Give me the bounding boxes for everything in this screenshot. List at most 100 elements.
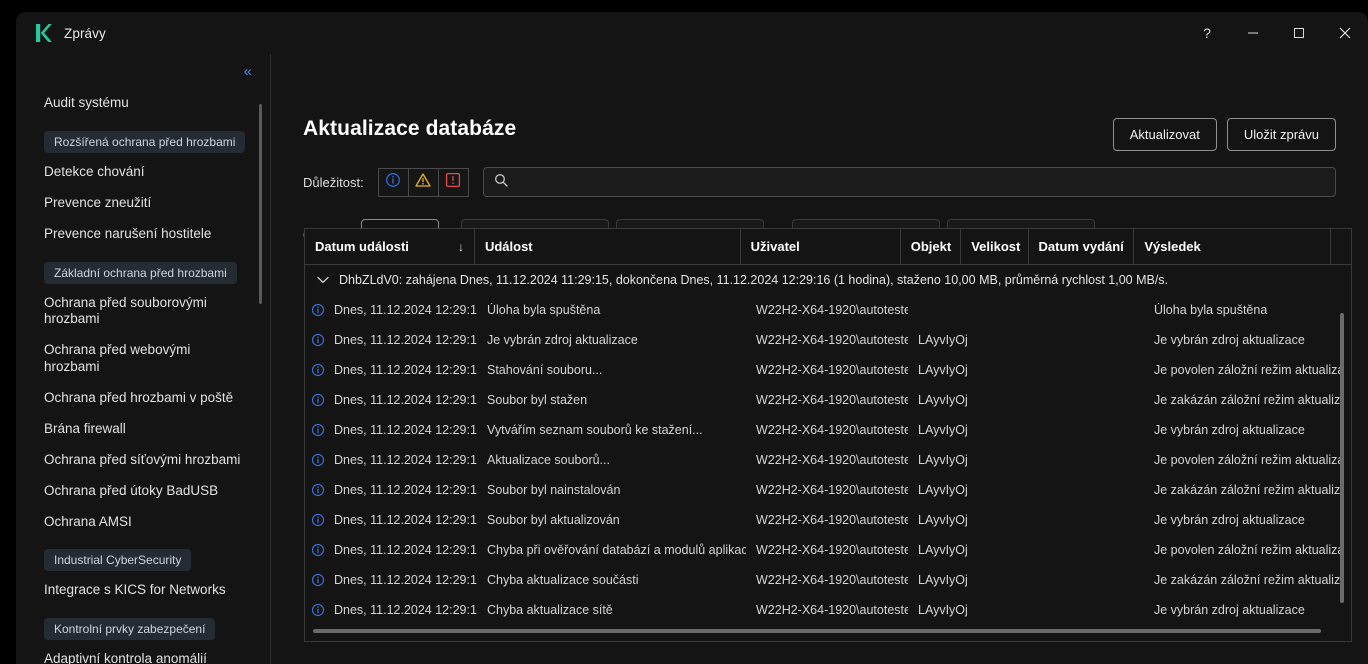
cell-text: Dnes, 11.12.2024 12:29:15 [334, 423, 477, 437]
minimize-button[interactable] [1230, 12, 1276, 54]
search-box[interactable] [483, 167, 1336, 197]
cell-text: Je vybrán zdroj aktualizace [1154, 333, 1305, 347]
cell-text: Stahování souboru... [487, 363, 602, 377]
severity-info-button[interactable] [378, 168, 409, 197]
info-icon [311, 603, 325, 617]
cell-text: W22H2-X64-1920\autotester [756, 603, 908, 617]
cell-text: Dnes, 11.12.2024 12:29:15 [334, 573, 477, 587]
table-row[interactable]: Dnes, 11.12.2024 12:29:15Soubor byl aktu… [305, 505, 1351, 535]
table-cell-result: Je povolen záložní režim aktualizace [1144, 453, 1343, 467]
cell-text: Dnes, 11.12.2024 12:29:15 [334, 303, 477, 317]
cell-text: Je zakázán záložní režim aktualizace [1154, 393, 1343, 407]
table-row[interactable]: Dnes, 11.12.2024 12:29:15Chyba při ověřo… [305, 535, 1351, 565]
table-row[interactable]: Dnes, 11.12.2024 12:29:15Vytvářím seznam… [305, 415, 1351, 445]
column-header-release[interactable]: Datum vydání [1029, 229, 1135, 264]
sidebar-group-label: Kontrolní prvky zabezpečení [44, 618, 215, 640]
column-header-user[interactable]: Uživatel [741, 229, 901, 264]
maximize-button[interactable] [1276, 12, 1322, 54]
table-row[interactable]: Dnes, 11.12.2024 12:29:15Soubor byl staž… [305, 385, 1351, 415]
cell-text: Je zakázán záložní režim aktualizace [1154, 483, 1343, 497]
app-title: Zprávy [64, 26, 106, 41]
column-header-size[interactable]: Velikost [961, 229, 1028, 264]
sidebar-item[interactable]: Adaptivní kontrola anomálií [16, 644, 270, 664]
info-icon [311, 543, 325, 557]
table-group-row[interactable]: DhbZLdV0: zahájena Dnes, 11.12.2024 11:2… [305, 265, 1351, 295]
severity-warning-button[interactable] [408, 168, 439, 197]
table-cell-event: Vytvářím seznam souborů ke stažení... [477, 423, 746, 437]
cell-text: Je povolen záložní režim aktualizace [1154, 453, 1343, 467]
sidebar-item[interactable]: Ochrana před síťovými hrozbami [16, 445, 270, 476]
cell-text: W22H2-X64-1920\autotester [756, 393, 908, 407]
title-bar: Zprávy ? [16, 12, 1368, 54]
table-row[interactable]: Dnes, 11.12.2024 12:29:15Je vybrán zdroj… [305, 325, 1351, 355]
column-header-event[interactable]: Událost [475, 229, 741, 264]
sidebar-item[interactable]: Detekce chování [16, 157, 270, 188]
column-header-result[interactable]: Výsledek [1134, 229, 1331, 264]
table-cell-event: Stahování souboru... [477, 363, 746, 377]
info-icon [385, 172, 401, 193]
cell-text: Dnes, 11.12.2024 12:29:15 [334, 603, 477, 617]
table-cell-date: Dnes, 11.12.2024 12:29:15 [305, 393, 477, 407]
table-cell-date: Dnes, 11.12.2024 12:29:15 [305, 453, 477, 467]
sidebar-item[interactable]: Prevence narušení hostitele [16, 219, 270, 250]
sidebar-item[interactable]: Ochrana před hrozbami v poště [16, 383, 270, 414]
table-cell-user: W22H2-X64-1920\autotester [746, 543, 908, 557]
table-cell-object: LAyvIyOj [908, 333, 969, 347]
cell-text: Dnes, 11.12.2024 12:29:15 [334, 513, 477, 527]
cell-text: Je vybrán zdroj aktualizace [1154, 603, 1305, 617]
help-button[interactable]: ? [1184, 12, 1230, 54]
table-cell-result: Je povolen záložní režim aktualizace [1144, 543, 1343, 557]
filter-row: Důležitost: [303, 167, 1336, 197]
collapse-sidebar-icon[interactable]: « [240, 62, 254, 81]
sidebar-item[interactable]: Ochrana AMSI [16, 507, 270, 538]
table-row[interactable]: Dnes, 11.12.2024 12:29:15Úloha byla spuš… [305, 295, 1351, 325]
update-button[interactable]: Aktualizovat [1113, 118, 1217, 151]
table-row[interactable]: Dnes, 11.12.2024 12:29:15 Stahování soubo… [305, 355, 1351, 385]
sidebar-item[interactable]: Ochrana před webovými hrozbami [16, 335, 270, 383]
sidebar-item[interactable]: Brána firewall [16, 414, 270, 445]
close-button[interactable] [1322, 12, 1368, 54]
column-header-date[interactable]: Datum události↓ [305, 229, 475, 264]
table-row[interactable]: Dnes, 11.12.2024 12:29:15Chyba aktualiza… [305, 595, 1351, 625]
sidebar-group-label: Industrial CyberSecurity [44, 549, 191, 571]
column-header-label: Datum vydání [1039, 239, 1124, 254]
table-cell-result: Je vybrán zdroj aktualizace [1144, 513, 1343, 527]
cell-text: LAyvIyOj [918, 573, 968, 587]
table-row[interactable]: Dnes, 11.12.2024 12:29:15Chyba aktualiza… [305, 565, 1351, 595]
minimize-icon [1247, 27, 1259, 39]
sidebar-item[interactable]: Integrace s KICS for Networks [16, 575, 270, 606]
info-icon [311, 423, 325, 437]
table-cell-user: W22H2-X64-1920\autotester [746, 423, 908, 437]
table-cell-user: W22H2-X64-1920\autotester [746, 453, 908, 467]
severity-filter-group [378, 168, 469, 197]
sidebar-item[interactable]: Ochrana před souborovými hrozbami [16, 288, 270, 336]
table-cell-user: W22H2-X64-1920\autotester [746, 303, 908, 317]
table-cell-date: Dnes, 11.12.2024 12:29:15 [305, 423, 477, 437]
cell-text: LAyvIyOj [918, 363, 968, 377]
chevron-down-icon [317, 276, 329, 284]
close-icon [1339, 27, 1351, 39]
question-mark-icon: ? [1203, 25, 1211, 41]
cell-text: W22H2-X64-1920\autotester [756, 333, 908, 347]
sidebar-item[interactable]: Audit systému [16, 88, 270, 119]
sidebar-scrollbar[interactable] [259, 104, 262, 304]
table-cell-date: Dnes, 11.12.2024 12:29:15 [305, 363, 477, 377]
sidebar-group-label: Základní ochrana před hrozbami [44, 262, 237, 284]
table-cell-date: Dnes, 11.12.2024 12:29:15 [305, 303, 477, 317]
severity-critical-button[interactable] [438, 168, 469, 197]
sidebar-item[interactable]: Ochrana před útoky BadUSB [16, 476, 270, 507]
save-report-button[interactable]: Uložit zprávu [1227, 118, 1336, 151]
severity-label: Důležitost: [303, 175, 364, 190]
column-header-object[interactable]: Objekt [901, 229, 961, 264]
table-row[interactable]: Dnes, 11.12.2024 12:29:15Soubor byl nain… [305, 475, 1351, 505]
table-cell-date: Dnes, 11.12.2024 12:29:15 [305, 603, 477, 617]
table-cell-user: W22H2-X64-1920\autotester [746, 513, 908, 527]
sidebar-item[interactable]: Prevence zneužití [16, 188, 270, 219]
table-row[interactable]: Dnes, 11.12.2024 12:29:15Aktualizace sou… [305, 445, 1351, 475]
table-horizontal-scrollbar[interactable] [313, 629, 1321, 633]
table-vertical-scrollbar[interactable] [1340, 313, 1344, 603]
table-cell-object: LAyvIyOj [908, 513, 969, 527]
search-input[interactable] [516, 175, 1325, 190]
table-cell-user: W22H2-X64-1920\autotester [746, 393, 908, 407]
table-cell-event: Chyba aktualizace sítě [477, 603, 746, 617]
